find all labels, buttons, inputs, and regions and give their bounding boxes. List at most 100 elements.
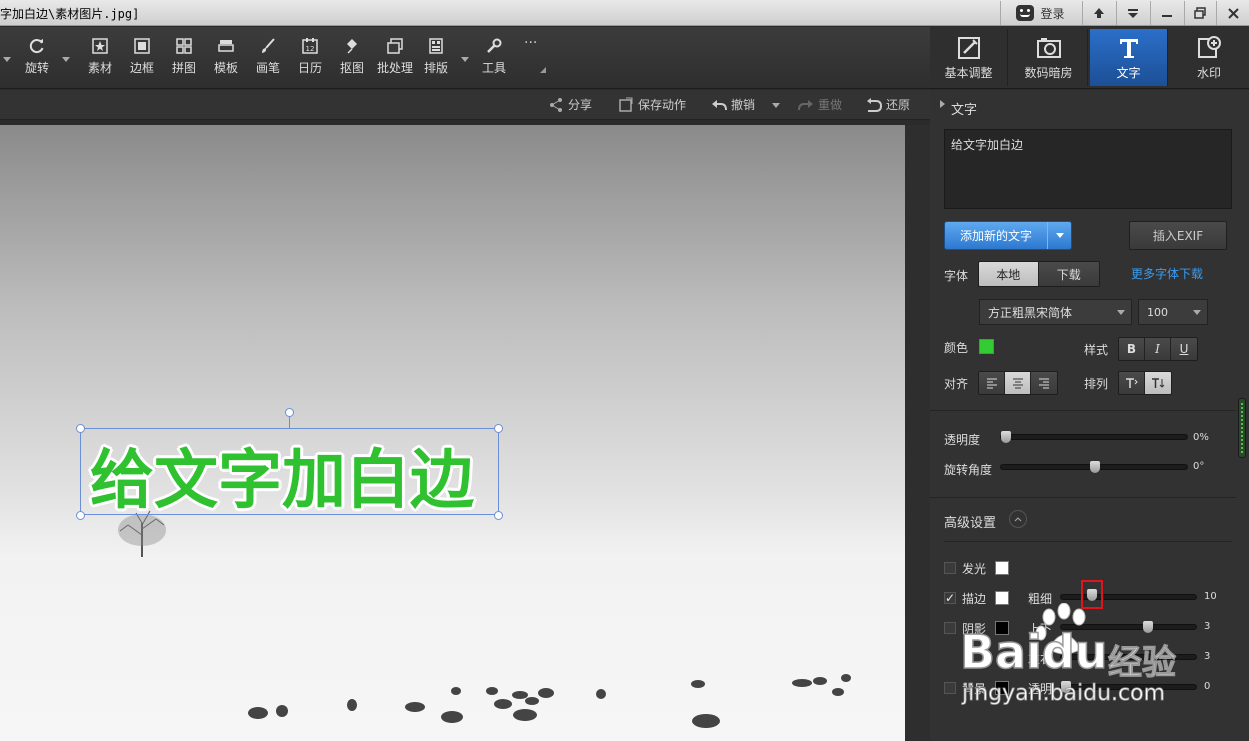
shadow-color-swatch[interactable]: [995, 621, 1009, 635]
skin-button[interactable]: [1082, 1, 1114, 25]
share-button[interactable]: 分享: [548, 96, 592, 113]
expand-corner-icon[interactable]: [540, 67, 546, 73]
rotate-handle[interactable]: [285, 408, 294, 417]
title-bar: 字加白边\素材图片.jpg] 登录: [0, 0, 1249, 26]
shadow-checkbox[interactable]: [944, 622, 956, 634]
undo-dropdown-arrow-icon[interactable]: [772, 103, 780, 108]
save-action-button[interactable]: 保存动作: [618, 96, 686, 113]
rotate-handle-line: [289, 415, 290, 429]
tool-material[interactable]: 素材: [80, 37, 120, 81]
more-tools-button[interactable]: ···: [524, 35, 537, 51]
chevron-down-icon: [1055, 233, 1064, 238]
restore-button[interactable]: [1184, 1, 1214, 25]
glow-label: 发光: [962, 562, 987, 576]
font-source-toggle: 本地 下载: [978, 261, 1100, 287]
tool-layout[interactable]: 排版: [416, 37, 456, 81]
resize-handle-bottom-right[interactable]: [494, 511, 503, 520]
panel-scrollbar-thumb[interactable]: [1238, 398, 1246, 458]
action-bar: 分享 保存动作 撤销 重做 还原: [0, 90, 930, 120]
tool-brush[interactable]: 画笔: [248, 37, 288, 81]
menu-button[interactable]: [1116, 1, 1148, 25]
tool-tools[interactable]: 工具: [474, 37, 514, 81]
resize-handle-top-left[interactable]: [76, 424, 85, 433]
tab-text[interactable]: 文字: [1090, 29, 1168, 86]
resize-handle-top-right[interactable]: [494, 424, 503, 433]
text-input[interactable]: 给文字加白边: [944, 129, 1232, 209]
background-checkbox[interactable]: [944, 682, 956, 694]
font-family-select[interactable]: 方正粗黑宋简体: [979, 299, 1132, 325]
color-swatch[interactable]: [979, 339, 994, 354]
shadow-up-thumb[interactable]: [1143, 621, 1153, 633]
background-alpha-thumb[interactable]: [1061, 681, 1071, 693]
glow-color-swatch[interactable]: [995, 561, 1009, 575]
restore-label: 还原: [886, 98, 911, 112]
undo-button[interactable]: 撤销: [711, 96, 755, 113]
resize-handle-bottom-left[interactable]: [76, 511, 85, 520]
font-tab-local[interactable]: 本地: [979, 262, 1039, 286]
login-button[interactable]: 登录: [1000, 1, 1080, 25]
sheep-flock: [248, 674, 851, 728]
stroke-color-swatch[interactable]: [995, 591, 1009, 605]
advanced-collapse-button[interactable]: [1009, 510, 1027, 528]
tool-calendar[interactable]: 12 日历: [290, 37, 330, 81]
tool-cutout[interactable]: 抠图: [332, 37, 372, 81]
advanced-title: 高级设置: [944, 516, 997, 531]
arrange-vertical-button[interactable]: [1144, 372, 1171, 394]
align-center-button[interactable]: [1005, 372, 1031, 394]
tool-rotate[interactable]: 旋转: [17, 37, 57, 81]
add-text-button[interactable]: 添加新的文字: [944, 221, 1072, 250]
shadow-up-slider[interactable]: [1060, 621, 1197, 633]
tab-watermark[interactable]: 水印: [1170, 29, 1248, 86]
bold-button[interactable]: B: [1119, 338, 1145, 360]
align-left-button[interactable]: [979, 372, 1005, 394]
arrange-horizontal-button[interactable]: [1119, 372, 1145, 394]
arrange-buttons: [1118, 371, 1172, 395]
login-label: 登录: [1040, 6, 1065, 21]
tab-basic-adjust[interactable]: 基本调整: [930, 29, 1008, 86]
background-label: 背景: [962, 682, 987, 696]
overlay-text[interactable]: 给文字加白边: [90, 429, 474, 521]
more-fonts-link[interactable]: 更多字体下载: [1131, 265, 1203, 282]
layout-dropdown-arrow-icon[interactable]: [461, 57, 469, 62]
insert-exif-button[interactable]: 插入EXIF: [1129, 221, 1227, 250]
tool-collage[interactable]: 拼图: [164, 37, 204, 81]
prev-dropdown-arrow-icon[interactable]: [3, 57, 11, 62]
glow-checkbox[interactable]: [944, 562, 956, 574]
font-size-select[interactable]: 100: [1138, 299, 1208, 325]
minimize-icon: [1161, 15, 1172, 17]
tool-frame[interactable]: 边框: [122, 37, 162, 81]
tool-template[interactable]: 模板: [206, 37, 246, 81]
align-label: 对齐: [944, 377, 969, 391]
chevron-down-icon: [1117, 310, 1125, 315]
tool-batch[interactable]: 批处理: [373, 37, 417, 81]
rotate-dropdown-arrow-icon[interactable]: [62, 57, 70, 62]
close-button[interactable]: [1216, 1, 1249, 25]
collapse-arrow-icon[interactable]: [940, 100, 945, 108]
tool-label: 排版: [423, 61, 448, 75]
restore-image-button[interactable]: 还原: [866, 96, 910, 113]
underline-button[interactable]: U: [1171, 338, 1197, 360]
canvas-scrollbar[interactable]: [905, 125, 930, 741]
background-alpha-slider[interactable]: [1060, 681, 1197, 693]
divider: [944, 541, 1232, 542]
image-canvas[interactable]: 给文字加白边: [0, 125, 905, 741]
minimize-button[interactable]: [1150, 1, 1182, 25]
redo-button[interactable]: 重做: [798, 96, 842, 113]
brush-icon: [262, 38, 275, 53]
shadow-lr-slider[interactable]: [1060, 654, 1197, 660]
background-color-swatch[interactable]: [995, 681, 1009, 695]
rotation-slider-thumb[interactable]: [1090, 461, 1100, 473]
add-text-dropdown[interactable]: [1047, 222, 1071, 249]
watermark-icon: [1198, 35, 1221, 58]
arrange-label: 排列: [1084, 377, 1109, 391]
user-avatar-icon: [1016, 5, 1035, 21]
align-right-button[interactable]: [1031, 372, 1057, 394]
opacity-slider-thumb[interactable]: [1001, 431, 1011, 443]
font-tab-download[interactable]: 下载: [1038, 262, 1099, 286]
rotation-slider[interactable]: [1000, 461, 1188, 473]
tab-darkroom[interactable]: 数码暗房: [1010, 29, 1088, 86]
thickness-slider-thumb[interactable]: [1087, 589, 1097, 601]
italic-button[interactable]: I: [1145, 338, 1171, 360]
opacity-slider[interactable]: [1000, 431, 1188, 443]
stroke-checkbox[interactable]: ✓: [944, 592, 956, 604]
